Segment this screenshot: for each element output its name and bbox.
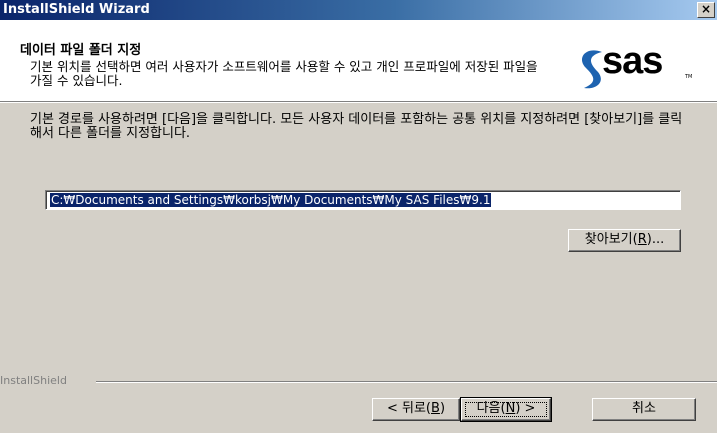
- browse-button[interactable]: 찾아보기(R)...: [568, 229, 681, 252]
- wizard-header: 데이터 파일 폴더 지정 기본 위치를 선택하면 여러 사용자가 소프트웨어를 …: [0, 20, 717, 102]
- instructions-text: 기본 경로를 사용하려면 [다음]을 클릭합니다. 모든 사용자 데이터를 포함…: [30, 112, 683, 141]
- page-title: 데이터 파일 폴더 지정: [20, 43, 142, 58]
- back-label-suffix: ): [439, 401, 446, 416]
- destination-path-value: C:₩Documents and Settings₩korbsj₩My Docu…: [50, 193, 492, 207]
- close-button[interactable]: ×: [697, 2, 715, 18]
- cancel-button[interactable]: 취소: [592, 398, 696, 421]
- browse-label-prefix: 찾아보기(: [584, 232, 638, 247]
- browse-hotkey: R: [637, 232, 647, 247]
- window-title: InstallShield Wizard: [3, 2, 150, 17]
- logo-trademark: TM: [685, 74, 693, 80]
- browse-label-suffix: )...: [646, 232, 665, 247]
- footer-divider: [96, 381, 717, 383]
- installshield-brand: InstallShield: [0, 374, 67, 387]
- cancel-label: 취소: [632, 401, 656, 416]
- back-button[interactable]: < 뒤로(B): [372, 398, 460, 421]
- header-divider: [0, 102, 717, 103]
- installer-window: InstallShield Wizard × 데이터 파일 폴더 지정 기본 위…: [0, 0, 717, 433]
- next-button[interactable]: 다음(N) >: [460, 397, 552, 422]
- close-icon: ×: [700, 2, 712, 16]
- title-bar[interactable]: InstallShield Wizard ×: [0, 0, 717, 20]
- focus-indicator: [465, 402, 547, 417]
- back-hotkey: B: [431, 401, 440, 416]
- logo-wordmark: sas: [602, 40, 663, 82]
- page-description: 기본 위치를 선택하면 여러 사용자가 소프트웨어를 사용할 수 있고 개인 프…: [30, 59, 538, 88]
- destination-path-input[interactable]: C:₩Documents and Settings₩korbsj₩My Docu…: [45, 190, 681, 210]
- back-label-prefix: < 뒤로(: [386, 401, 432, 416]
- sas-logo: sas TM: [572, 40, 697, 92]
